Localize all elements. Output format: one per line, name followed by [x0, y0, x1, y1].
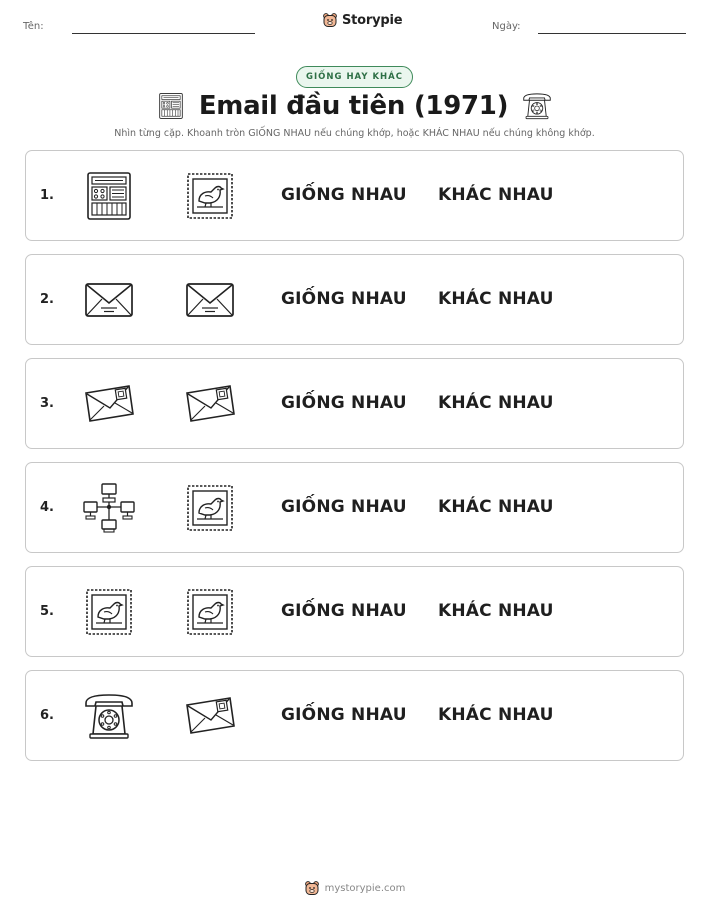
row-number: 4. [40, 500, 54, 515]
different-option[interactable]: KHÁC NHAU [438, 601, 554, 621]
question-row: 4. GIỐNG NHAU KHÁC NHAU [25, 462, 684, 553]
envelope-icon [184, 274, 236, 326]
different-option[interactable]: KHÁC NHAU [438, 497, 554, 517]
stamped-envelope-icon [83, 378, 135, 430]
footer: mystorypie.com [0, 880, 709, 896]
name-field[interactable] [72, 33, 255, 34]
question-row: 1. GIỐNG NHAU KHÁC NHAU [25, 150, 684, 241]
row-number: 6. [40, 708, 54, 723]
row-number: 2. [40, 292, 54, 307]
different-option[interactable]: KHÁC NHAU [438, 705, 554, 725]
row-number: 3. [40, 396, 54, 411]
different-option[interactable]: KHÁC NHAU [438, 185, 554, 205]
bird-stamp-icon [184, 170, 236, 222]
same-option[interactable]: GIỐNG NHAU [281, 393, 407, 413]
bird-stamp-icon [184, 482, 236, 534]
different-option[interactable]: KHÁC NHAU [438, 289, 554, 309]
title-row: Email đầu tiên (1971) [0, 91, 709, 121]
question-row: 6. GIỐNG NHAU KHÁC NHAU [25, 670, 684, 761]
storypie-mascot-icon [322, 12, 338, 28]
same-option[interactable]: GIỐNG NHAU [281, 185, 407, 205]
category-badge: GIỐNG HAY KHÁC [296, 66, 413, 88]
storypie-logo: Storypie [322, 12, 403, 28]
same-option[interactable]: GIỐNG NHAU [281, 705, 407, 725]
question-row: 3. GIỐNG NHAU KHÁC NHAU [25, 358, 684, 449]
stamped-envelope-icon [184, 378, 236, 430]
question-row: 5. GIỐNG NHAU KHÁC NHAU [25, 566, 684, 657]
mainframe-computer-icon [83, 170, 135, 222]
bird-stamp-icon [184, 586, 236, 638]
instructions: Nhìn từng cặp. Khoanh tròn GIỐNG NHAU nế… [114, 128, 595, 139]
row-number: 5. [40, 604, 54, 619]
brand-name: Storypie [342, 12, 403, 28]
same-option[interactable]: GIỐNG NHAU [281, 497, 407, 517]
rotary-telephone-icon [522, 91, 552, 121]
same-option[interactable]: GIỐNG NHAU [281, 601, 407, 621]
row-number: 1. [40, 188, 54, 203]
footer-link[interactable]: mystorypie.com [325, 883, 406, 894]
storypie-mascot-icon [304, 880, 320, 896]
name-label: Tên: [23, 21, 44, 32]
question-row: 2. GIỐNG NHAU KHÁC NHAU [25, 254, 684, 345]
stamped-envelope-icon [184, 690, 236, 742]
date-field[interactable] [538, 33, 686, 34]
date-label: Ngày: [492, 21, 521, 32]
mainframe-computer-icon [157, 92, 185, 120]
envelope-icon [83, 274, 135, 326]
bird-stamp-icon [83, 586, 135, 638]
different-option[interactable]: KHÁC NHAU [438, 393, 554, 413]
same-option[interactable]: GIỐNG NHAU [281, 289, 407, 309]
computer-network-icon [83, 482, 135, 534]
page-title: Email đầu tiên (1971) [198, 91, 509, 121]
rotary-telephone-icon [83, 690, 135, 742]
